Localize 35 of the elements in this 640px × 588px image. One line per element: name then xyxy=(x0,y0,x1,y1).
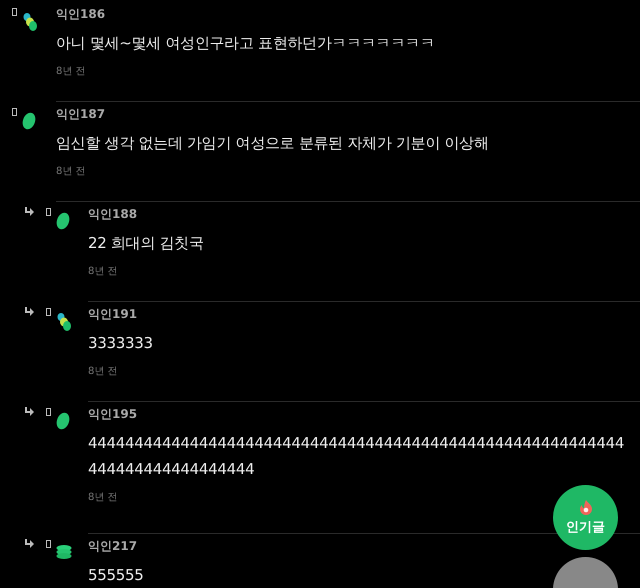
author-name: 익인191 xyxy=(88,306,138,322)
comment-time: 8년 전 xyxy=(56,165,86,178)
flame-icon xyxy=(578,499,592,515)
avatar-icon xyxy=(56,412,70,430)
comment-time: 8년 전 xyxy=(88,491,118,504)
author-name: 익인195 xyxy=(88,406,138,422)
phone-icon xyxy=(46,208,51,216)
comment-text: 3333333 xyxy=(88,333,153,354)
reply-arrow-icon xyxy=(24,539,34,549)
comment-text: 22 희대의 김칫국 xyxy=(88,233,204,254)
avatar-icon xyxy=(56,212,70,230)
comment-time: 8년 전 xyxy=(56,65,86,78)
reply-arrow-icon xyxy=(24,207,34,217)
phone-icon xyxy=(46,308,51,316)
reply-arrow-icon xyxy=(24,307,34,317)
comment-text: 임신할 생각 없는데 가임기 여성으로 분류된 자체가 기분이 이상해 xyxy=(56,133,489,154)
author-name: 익인217 xyxy=(88,538,138,554)
phone-icon xyxy=(46,540,51,548)
comment-text: 555555 xyxy=(88,565,144,586)
reply-arrow-icon xyxy=(24,407,34,417)
author-name: 익인187 xyxy=(56,106,106,122)
popular-posts-button[interactable]: 인기글 xyxy=(553,485,618,550)
avatar-icon xyxy=(56,312,72,332)
comment-text: 아니 몇세~몇세 여성인구라고 표현하던가ㅋㅋㅋㅋㅋㅋㅋ xyxy=(56,33,434,54)
avatar-icon xyxy=(22,12,38,32)
phone-icon xyxy=(12,8,17,16)
avatar-icon xyxy=(56,544,72,560)
avatar-icon xyxy=(22,112,36,130)
phone-icon xyxy=(46,408,51,416)
phone-icon xyxy=(12,108,17,116)
comment-time: 8년 전 xyxy=(88,265,118,278)
author-name: 익인188 xyxy=(88,206,138,222)
author-name: 익인186 xyxy=(56,6,106,22)
comment-text: 4444444444444444444444444444444444444444444444444444444444444444444444444444 xyxy=(88,433,626,480)
comment-time: 8년 전 xyxy=(88,365,118,378)
